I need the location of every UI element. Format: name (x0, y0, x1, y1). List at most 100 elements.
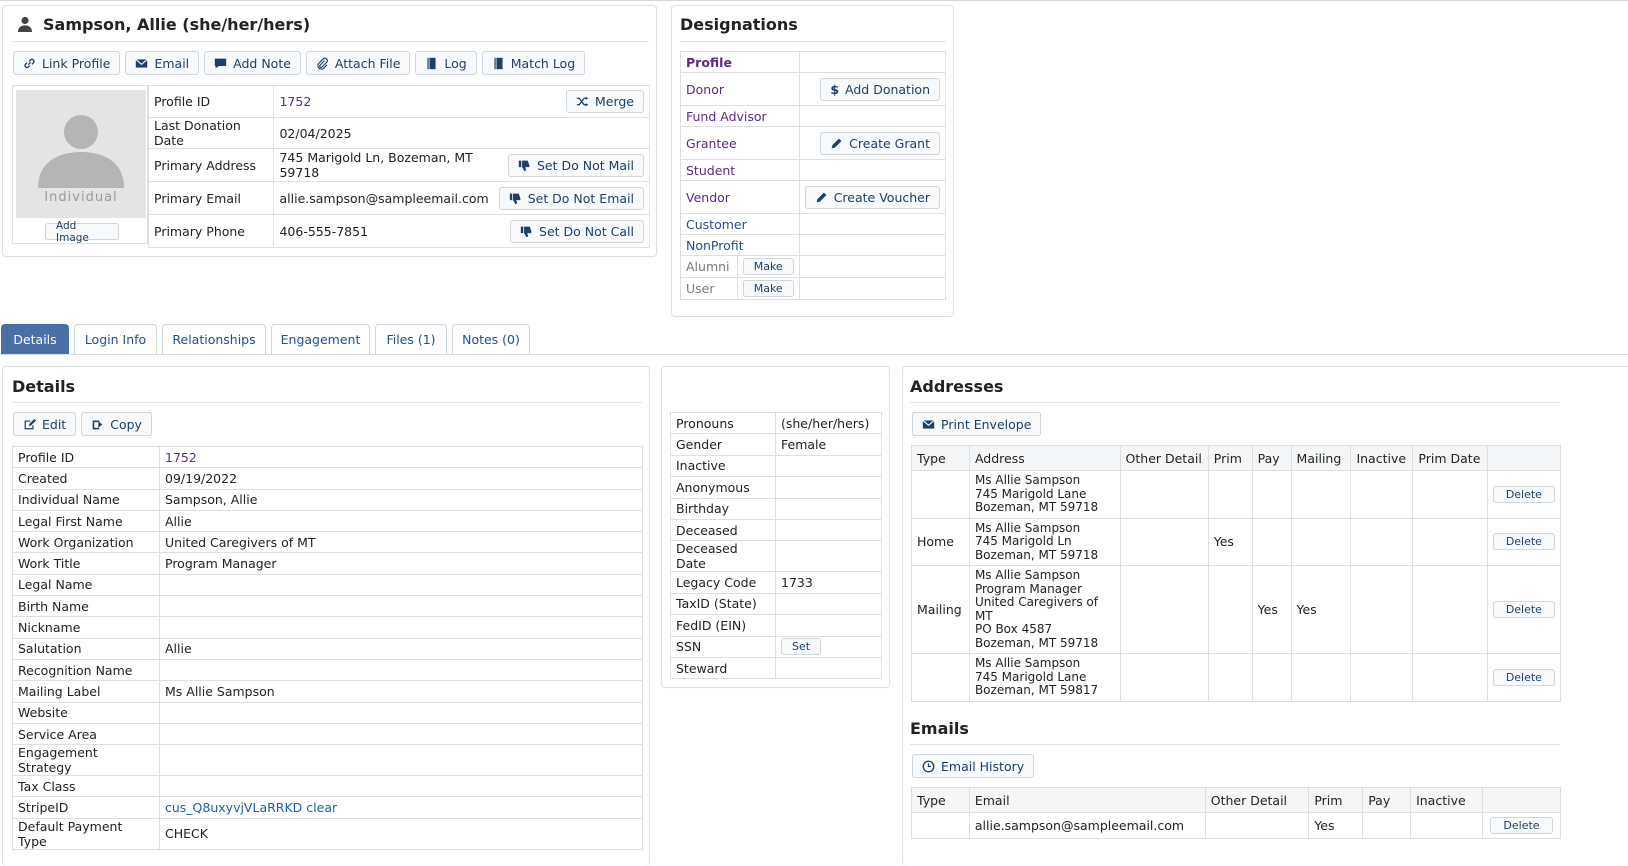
make-alumni-button[interactable]: Make (742, 258, 794, 275)
set-do-not-mail-button[interactable]: Set Do Not Mail (507, 153, 644, 177)
emails-title: Emails (910, 719, 969, 738)
tab-engagement[interactable]: Engagement (271, 324, 370, 354)
address-type: Mailing (911, 565, 970, 654)
tab-details[interactable]: Details (1, 324, 69, 354)
designation-grantee[interactable]: Grantee (686, 136, 737, 151)
tab-notes[interactable]: Notes (0) (452, 324, 530, 354)
designation-donor[interactable]: Donor (686, 82, 724, 97)
email-history-button[interactable]: Email History (912, 754, 1035, 778)
designation-profile[interactable]: Profile (686, 55, 732, 70)
print-envelope-button[interactable]: Print Envelope (912, 412, 1042, 436)
link-profile-button[interactable]: Link Profile (13, 51, 121, 75)
detail-value: United Caregivers of MT (159, 531, 643, 554)
detail-label: Mailing Label (12, 680, 160, 703)
delete-address-button[interactable]: Delete (1492, 601, 1555, 618)
set-do-not-call-button[interactable]: Set Do Not Call (510, 219, 644, 243)
attach-file-button[interactable]: Attach File (305, 51, 411, 75)
delete-address-button[interactable]: Delete (1492, 533, 1555, 551)
address-type (911, 470, 970, 519)
personal-label: TaxID (State) (670, 592, 776, 616)
email-other-detail (1204, 812, 1310, 839)
merge-button[interactable]: Merge (565, 90, 644, 113)
tab-login-info[interactable]: Login Info (74, 324, 157, 354)
designation-fund-advisor[interactable]: Fund Advisor (686, 109, 767, 124)
delete-email-button[interactable]: Delete (1490, 817, 1553, 834)
add-note-button[interactable]: Add Note (204, 51, 301, 75)
detail-label: Work Organization (12, 531, 160, 554)
details-row: Legal Name (12, 573, 643, 597)
personal-value (775, 614, 882, 637)
column-header: Address (968, 445, 1121, 471)
personal-row: Gender Female (670, 433, 882, 456)
address-line: PO Box 4587 (974, 622, 1053, 636)
designation-user: User (686, 281, 715, 296)
make-user-button[interactable]: Make (742, 280, 794, 297)
designation-customer[interactable]: Customer (686, 217, 747, 232)
details-row: Profile ID 1752 (12, 445, 643, 469)
create-voucher-button[interactable]: Create Voucher (804, 185, 940, 209)
details-row: Nickname (12, 616, 643, 639)
add-image-button[interactable]: Add Image (45, 220, 119, 244)
address-prim: Yes (1207, 517, 1253, 566)
tab-relationships[interactable]: Relationships (162, 324, 266, 354)
address-lines: Ms Allie Sampson 745 Marigold Lane Bozeman… (968, 470, 1121, 519)
column-header: Other Detail (1204, 787, 1310, 813)
detail-value (159, 701, 643, 724)
address-line: Program Manager (974, 581, 1082, 596)
detail-value[interactable]: cus_Q8uxyvjVLaRRKD clear (159, 796, 643, 819)
address-pay (1251, 470, 1292, 519)
personal-info-panel: Pronouns (she/her/hers) Gender Female Inacti… (661, 366, 890, 688)
primary-email-value: allie.sampson@sampleemail.com (273, 181, 494, 215)
details-row: Service Area (12, 722, 643, 746)
title-divider (13, 41, 649, 42)
emails-header-row: Type Email Other Detail Prim Pay Inactive (911, 787, 1562, 813)
details-row: Work Organization United Caregivers of MT (12, 531, 643, 554)
column-header: Other Detail (1119, 445, 1209, 471)
address-type (911, 653, 970, 702)
personal-value: Female (775, 433, 882, 456)
details-row: Engagement Strategy (12, 744, 643, 777)
address-line: 745 Marigold Lane (974, 669, 1087, 684)
details-row: Work Title Program Manager (12, 552, 643, 575)
designation-vendor[interactable]: Vendor (686, 190, 730, 205)
tab-files[interactable]: Files (1) (375, 324, 447, 354)
email-prim: Yes (1308, 812, 1364, 839)
copy-button[interactable]: Copy (81, 412, 152, 436)
link-icon (24, 58, 35, 68)
email-pay (1362, 812, 1412, 839)
delete-address-button[interactable]: Delete (1492, 668, 1555, 686)
detail-label: Recognition Name (12, 658, 160, 682)
detail-value: 09/19/2022 (159, 467, 643, 490)
email-button[interactable]: Email (125, 51, 200, 75)
create-grant-button[interactable]: Create Grant (820, 131, 940, 155)
primary-phone-row: Primary Phone 406-555-7851 Set Do Not Ca… (147, 214, 650, 248)
address-line: Bozeman, MT 59718 (974, 500, 1099, 514)
detail-label: Work Title (12, 552, 160, 575)
edit-button[interactable]: Edit (13, 412, 77, 436)
detail-value[interactable]: 1752 (159, 445, 643, 469)
set-ssn-button[interactable]: Set (781, 638, 822, 656)
personal-label: Gender (670, 433, 776, 456)
detail-value (159, 595, 643, 618)
designation-student[interactable]: Student (686, 163, 735, 178)
personal-value (775, 592, 882, 616)
personal-row: FedID (EIN) (670, 614, 882, 637)
log-button[interactable]: Log (415, 51, 477, 75)
detail-label: Salutation (12, 637, 160, 660)
column-header: Inactive (1350, 445, 1414, 471)
address-row: Ms Allie Sampson 745 Marigold Lane Bozeman… (911, 470, 1562, 519)
details-panel: Details Edit Copy Profile ID 1752 Created 0… (2, 366, 650, 866)
profile-id-link[interactable]: 1752 (279, 94, 311, 109)
set-do-not-email-button[interactable]: Set Do Not Email (498, 186, 644, 210)
person-icon (18, 16, 32, 32)
delete-address-button[interactable]: Delete (1492, 485, 1555, 503)
add-donation-button[interactable]: $ Add Donation (820, 77, 940, 101)
designation-nonprofit[interactable]: NonProfit (686, 238, 744, 253)
paperclip-icon (317, 57, 328, 70)
address-prim-date (1412, 517, 1488, 566)
primary-address-row: Primary Address 745 Marigold Ln, Bozeman… (147, 148, 650, 182)
personal-value: Set (775, 635, 882, 658)
match-log-button[interactable]: Match Log (481, 51, 586, 75)
address-row: Home Ms Allie Sampson 745 Marigold Ln Bozem… (911, 517, 1562, 566)
address-line: Ms Allie Sampson (974, 656, 1081, 670)
